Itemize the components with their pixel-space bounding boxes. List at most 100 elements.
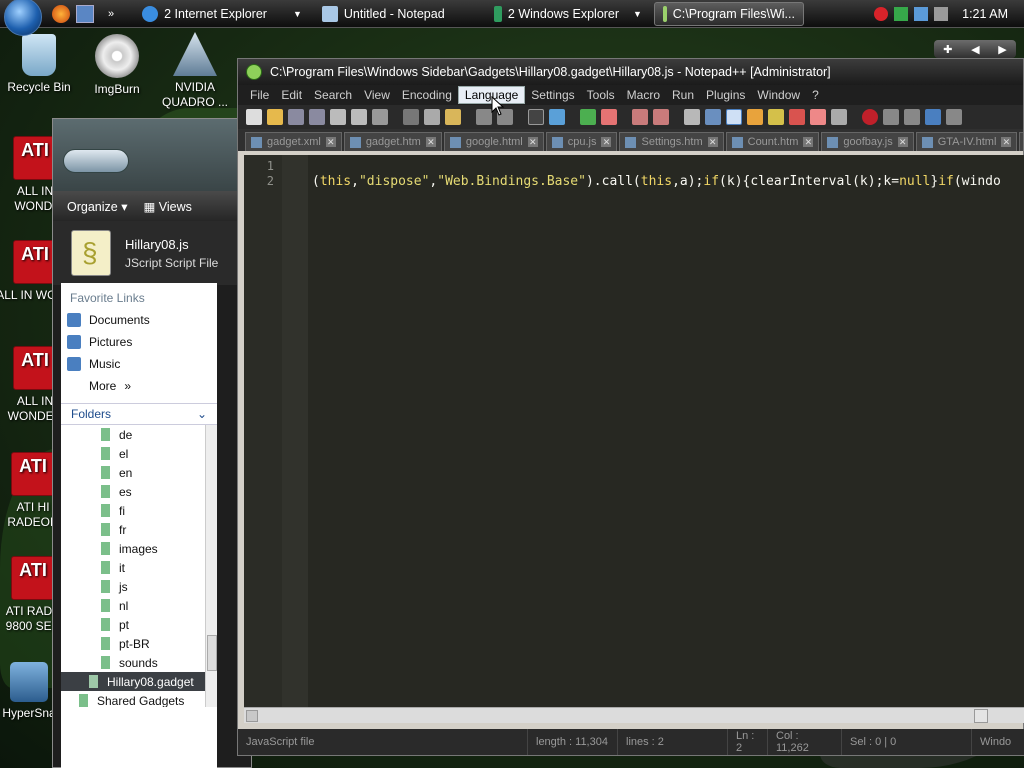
security-alert-icon[interactable] — [874, 6, 889, 21]
menu-settings[interactable]: Settings — [525, 87, 580, 103]
taskbar-button-notepad[interactable]: Untitled - Notepad — [314, 2, 482, 26]
undo-icon[interactable] — [476, 109, 492, 125]
tree-item[interactable]: pt-BR — [61, 634, 217, 653]
menu-file[interactable]: File — [244, 87, 275, 103]
tree-item[interactable]: images — [61, 539, 217, 558]
tree-item[interactable]: nl — [61, 596, 217, 615]
record-macro-icon[interactable] — [862, 109, 878, 125]
back-forward-icon[interactable] — [63, 149, 129, 173]
word-wrap-icon[interactable] — [684, 109, 700, 125]
close-icon[interactable] — [330, 109, 346, 125]
favorite-music[interactable]: Music — [61, 353, 217, 375]
close-tab-icon[interactable]: ✕ — [325, 137, 336, 147]
paste-icon[interactable] — [445, 109, 461, 125]
favorite-pictures[interactable]: Pictures — [61, 331, 217, 353]
close-tab-icon[interactable]: ✕ — [803, 137, 814, 147]
close-all-icon[interactable] — [351, 109, 367, 125]
menu-help[interactable]: ? — [806, 87, 825, 103]
scrollbar-thumb[interactable] — [207, 635, 217, 671]
tab-count-htm[interactable]: Count.htm ✕ — [725, 132, 820, 151]
tab-countdown[interactable]: countdow — [1019, 132, 1023, 151]
tree-item[interactable]: fi — [61, 501, 217, 520]
show-all-chars-icon[interactable] — [705, 109, 721, 125]
monitoring-icon[interactable] — [831, 109, 847, 125]
add-gadget-icon[interactable]: ✚ — [943, 43, 952, 56]
tab-gadget-htm[interactable]: gadget.htm ✕ — [343, 132, 442, 151]
close-tab-icon[interactable]: ✕ — [707, 137, 718, 147]
clock[interactable]: 1:21 AM — [962, 7, 1008, 21]
taskbar-button-windows-explorer[interactable]: 2 Windows Explorer ▼ — [486, 2, 650, 26]
desktop-icon-recycle-bin[interactable]: Recycle Bin — [0, 34, 78, 95]
tree-item[interactable]: pt — [61, 615, 217, 634]
taskbar-button-notepadpp[interactable]: C:\Program Files\Wi... — [653, 1, 804, 26]
find-icon[interactable] — [528, 109, 544, 125]
horizontal-scrollbar[interactable] — [244, 707, 1024, 723]
copy-icon[interactable] — [424, 109, 440, 125]
print-icon[interactable] — [372, 109, 388, 125]
menu-search[interactable]: Search — [308, 87, 358, 103]
tree-item[interactable]: it — [61, 558, 217, 577]
tab-google-html[interactable]: google.html ✕ — [443, 132, 544, 151]
favorite-more[interactable]: More » — [61, 375, 217, 397]
zoom-in-icon[interactable] — [580, 109, 596, 125]
tab-gta-iv-html[interactable]: GTA-IV.html ✕ — [915, 132, 1018, 151]
network-icon[interactable] — [914, 6, 929, 21]
user-lang-icon[interactable] — [747, 109, 763, 125]
play-macro-icon[interactable] — [904, 109, 920, 125]
menu-encoding[interactable]: Encoding — [396, 87, 458, 103]
cut-icon[interactable] — [403, 109, 419, 125]
close-tab-icon[interactable]: ✕ — [897, 137, 908, 147]
tree-item-selected[interactable]: Hillary08.gadget — [61, 672, 217, 691]
tree-item[interactable]: js — [61, 577, 217, 596]
scroll-left-icon[interactable] — [246, 710, 258, 722]
menu-edit[interactable]: Edit — [275, 87, 308, 103]
organize-button[interactable]: Organize ▾ — [67, 199, 127, 214]
menu-window[interactable]: Window — [751, 87, 806, 103]
favorite-documents[interactable]: Documents — [61, 309, 217, 331]
tab-settings-htm[interactable]: Settings.htm ✕ — [619, 132, 724, 151]
tab-goofbay-js[interactable]: goofbay.js ✕ — [821, 132, 914, 151]
tree-item[interactable]: es — [61, 482, 217, 501]
next-icon[interactable]: ▶ — [998, 43, 1006, 56]
show-desktop-icon[interactable] — [76, 4, 94, 23]
indent-guide-icon[interactable] — [726, 109, 742, 125]
new-file-icon[interactable] — [246, 109, 262, 125]
function-list-icon[interactable] — [789, 109, 805, 125]
close-tab-icon[interactable]: ✕ — [425, 137, 436, 147]
taskbar-button-internet-explorer[interactable]: 2 Internet Explorer ▼ — [134, 2, 310, 26]
menu-macro[interactable]: Macro — [621, 87, 666, 103]
folders-header[interactable]: Folders ⌄ — [61, 403, 217, 425]
start-button[interactable] — [4, 0, 42, 36]
desktop-icon-imgburn[interactable]: ImgBurn — [78, 34, 156, 97]
stop-macro-icon[interactable] — [883, 109, 899, 125]
tab-cpu-js[interactable]: cpu.js ✕ — [545, 132, 618, 151]
desktop-icon-nvidia[interactable]: NVIDIA QUADRO ... — [156, 32, 234, 110]
tree-item[interactable]: sounds — [61, 653, 217, 672]
tab-gadget-xml[interactable]: gadget.xml ✕ — [245, 132, 342, 151]
sync-h-icon[interactable] — [653, 109, 669, 125]
close-tab-icon[interactable]: ✕ — [1001, 137, 1012, 147]
tree-item[interactable]: de — [61, 425, 217, 444]
views-button[interactable]: ▦ Views — [143, 199, 191, 214]
close-tab-icon[interactable]: ✕ — [601, 137, 612, 147]
close-tab-icon[interactable]: ✕ — [527, 137, 538, 147]
save-all-icon[interactable] — [309, 109, 325, 125]
menu-plugins[interactable]: Plugins — [700, 87, 751, 103]
tree-scrollbar[interactable] — [205, 425, 217, 707]
sync-v-icon[interactable] — [632, 109, 648, 125]
replace-icon[interactable] — [549, 109, 565, 125]
firefox-icon[interactable] — [52, 4, 70, 23]
zoom-out-icon[interactable] — [601, 109, 617, 125]
shield-check-icon[interactable] — [894, 6, 909, 21]
save-macro-icon[interactable] — [946, 109, 962, 125]
tree-item[interactable]: Shared Gadgets — [61, 691, 217, 707]
play-multiple-icon[interactable] — [925, 109, 941, 125]
volume-muted-icon[interactable] — [934, 6, 949, 21]
tree-item[interactable]: en — [61, 463, 217, 482]
code-line-2[interactable]: (this,"dispose","Web.Bindings.Base").cal… — [312, 174, 1001, 189]
doc-map-icon[interactable] — [768, 109, 784, 125]
code-editor[interactable]: 1 2 (this,"dispose","Web.Bindings.Base")… — [244, 155, 1024, 707]
menu-run[interactable]: Run — [666, 87, 700, 103]
tree-item[interactable]: el — [61, 444, 217, 463]
previous-icon[interactable]: ◀ — [971, 43, 979, 56]
